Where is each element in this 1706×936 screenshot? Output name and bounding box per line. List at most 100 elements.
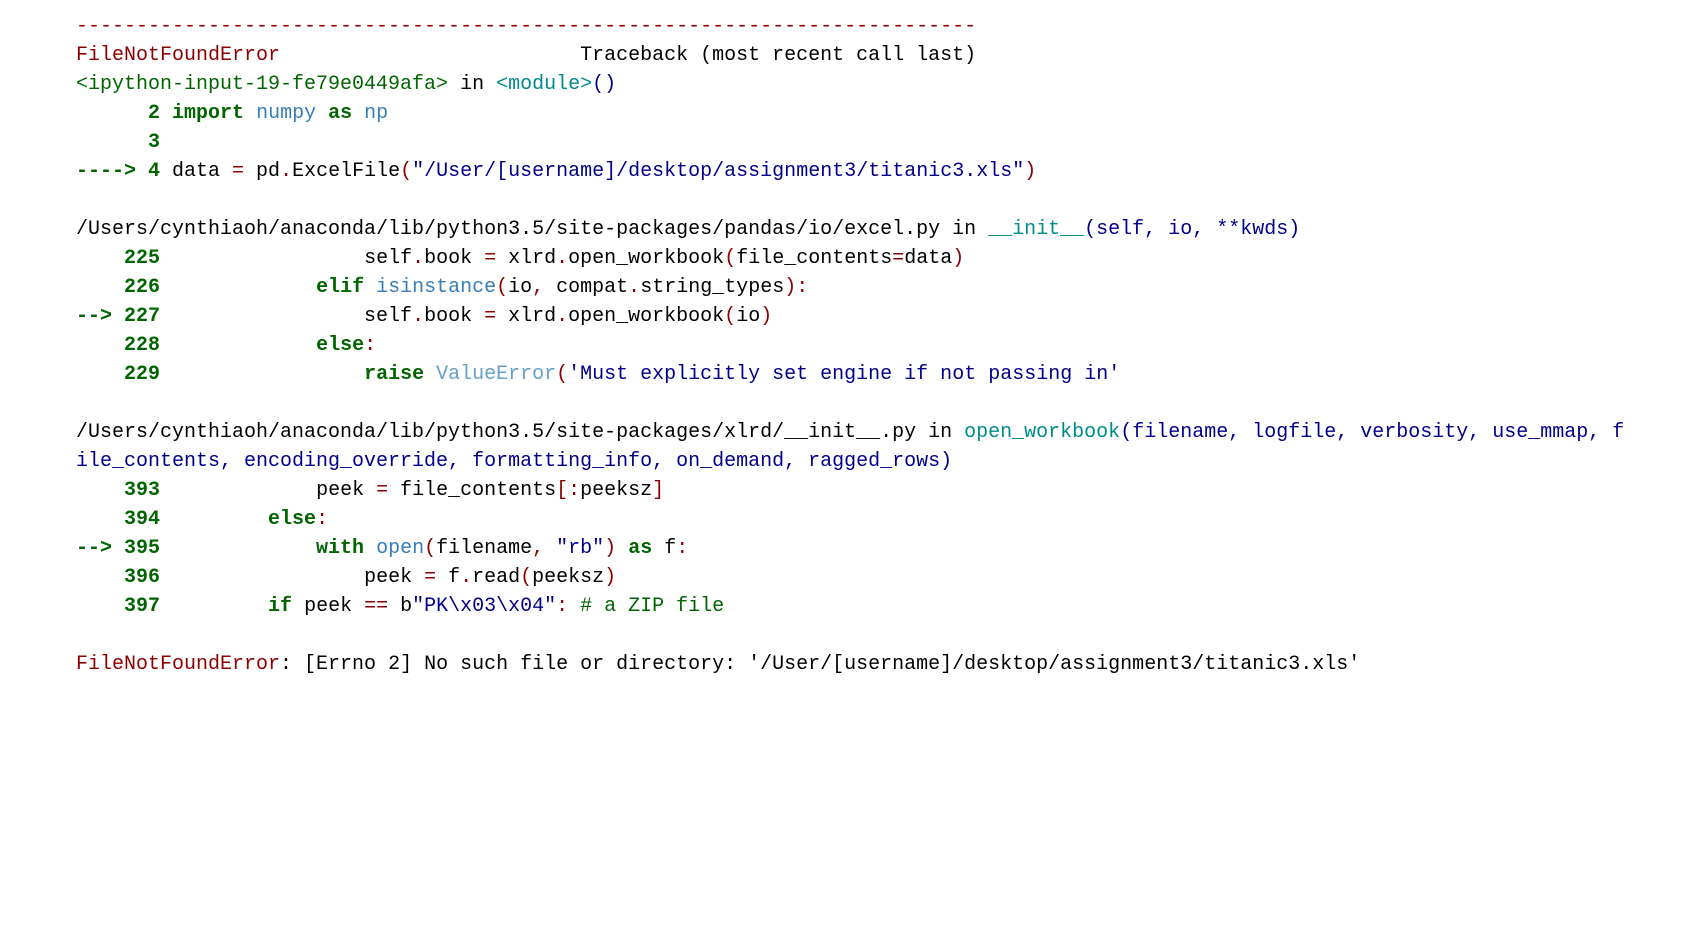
id-f: f: [436, 566, 460, 589]
frame3-func: open_workbook: [964, 421, 1120, 444]
dot: .: [628, 276, 640, 299]
prefix-b: b: [388, 595, 412, 618]
frame3-location: /Users/cynthiaoh/anaconda/lib/python3.5/…: [76, 418, 1630, 476]
colon: :: [556, 595, 568, 618]
gutter-394: 394: [76, 508, 172, 531]
error-class: FileNotFoundError: [76, 44, 280, 67]
indent: [172, 595, 268, 618]
self: self: [364, 305, 412, 328]
frame3-395: --> 395 with open(filename, "rb") as f:: [76, 534, 1630, 563]
self: self: [364, 247, 412, 270]
frame3-397: 397 if peek == b"PK\x03\x04": # a ZIP fi…: [76, 592, 1630, 621]
frame2-func: __init__: [988, 218, 1084, 241]
gutter-395-arrow: --> 395: [76, 537, 172, 560]
frame2-in: in: [940, 218, 988, 241]
paren-open: (: [724, 305, 736, 328]
gutter-4-arrow: ----> 4: [76, 160, 172, 183]
colon: :: [796, 276, 808, 299]
gutter-3: 3: [76, 131, 172, 154]
op-eq: =: [424, 566, 436, 589]
frame1-line2: 2 import numpy as np: [76, 99, 1630, 128]
alias-np: np: [364, 102, 388, 125]
paren-open: (: [424, 537, 436, 560]
paren-open: (: [400, 160, 412, 183]
fn-isinstance: isinstance: [364, 276, 496, 299]
indent: [172, 566, 364, 589]
kw-if: if: [268, 595, 292, 618]
id-peeksz: peeksz: [532, 566, 604, 589]
gutter-228: 228: [76, 334, 172, 357]
final-error-msg: : [Errno 2] No such file or directory: '…: [280, 653, 1360, 676]
sp: [616, 537, 628, 560]
gutter-227-arrow: --> 227: [76, 305, 172, 328]
id-peek: peek: [364, 566, 424, 589]
colon: :: [676, 537, 688, 560]
id-io: io: [508, 276, 532, 299]
indent: [172, 537, 316, 560]
kw-file-contents: file_contents: [736, 247, 892, 270]
kw-raise: raise: [364, 363, 424, 386]
fn-ExcelFile: ExcelFile: [292, 160, 400, 183]
bracket-open: [: [556, 479, 568, 502]
frame1-parens: (): [592, 73, 616, 96]
sp: [244, 102, 256, 125]
mod-numpy: numpy: [256, 102, 316, 125]
frame3-396: 396 peek = f.read(peeksz): [76, 563, 1630, 592]
blank-line: [76, 389, 1630, 418]
attr-book: book: [424, 305, 484, 328]
kw-else: else: [268, 508, 316, 531]
indent: [172, 479, 316, 502]
paren-open: (: [520, 566, 532, 589]
sp: [316, 102, 328, 125]
fn-open: open: [364, 537, 424, 560]
indent: [172, 334, 316, 357]
frame2-227: --> 227 self.book = xlrd.open_workbook(i…: [76, 302, 1630, 331]
paren-open: (: [496, 276, 508, 299]
str-msg: 'Must explicitly set engine if not passi…: [568, 363, 1120, 386]
frame2-225: 225 self.book = xlrd.open_workbook(file_…: [76, 244, 1630, 273]
id-filename: filename: [436, 537, 532, 560]
gutter-396: 396: [76, 566, 172, 589]
blank-line: [76, 621, 1630, 650]
op-eq: =: [892, 247, 904, 270]
fn-read: read: [472, 566, 520, 589]
sp: [352, 102, 364, 125]
paren-close: ): [952, 247, 964, 270]
gutter-229: 229: [76, 363, 172, 386]
traceback-label: Traceback (most recent call last): [580, 44, 976, 67]
comma: ,: [532, 276, 544, 299]
frame2-sig: (self, io, **kwds): [1084, 218, 1300, 241]
indent: [172, 508, 268, 531]
id-io: io: [736, 305, 760, 328]
gutter-397: 397: [76, 595, 172, 618]
frame1-line4: ----> 4 data = pd.ExcelFile("/User/[user…: [76, 157, 1630, 186]
id-data: data: [904, 247, 952, 270]
indent: [172, 363, 364, 386]
error-header: FileNotFoundError Traceback (most recent…: [76, 41, 1630, 70]
frame1-location: <ipython-input-19-fe79e0449afa> in <modu…: [76, 70, 1630, 99]
id-data: data: [172, 160, 232, 183]
op-eq: =: [376, 479, 388, 502]
frame2-228: 228 else:: [76, 331, 1630, 360]
dot: .: [280, 160, 292, 183]
str-rb: "rb": [556, 537, 604, 560]
indent: [172, 247, 364, 270]
kw-import: import: [172, 102, 244, 125]
paren-close: ): [604, 537, 616, 560]
paren-open: (: [724, 247, 736, 270]
op-eq-eq: ==: [364, 595, 388, 618]
comma: ,: [532, 537, 544, 560]
frame1-line3: 3: [76, 128, 1630, 157]
paren-close: ): [784, 276, 796, 299]
attr-string-types: string_types: [640, 276, 784, 299]
kw-elif: elif: [316, 276, 364, 299]
frame2-226: 226 elif isinstance(io, compat.string_ty…: [76, 273, 1630, 302]
comment-zip: # a ZIP file: [568, 595, 724, 618]
frame1-in: in: [448, 73, 496, 96]
indent: [172, 276, 316, 299]
blank-line: [76, 186, 1630, 215]
final-error-line: FileNotFoundError: [Errno 2] No such fil…: [76, 650, 1630, 679]
header-spacer: [280, 44, 580, 67]
gutter-393: 393: [76, 479, 172, 502]
sp: [544, 537, 556, 560]
